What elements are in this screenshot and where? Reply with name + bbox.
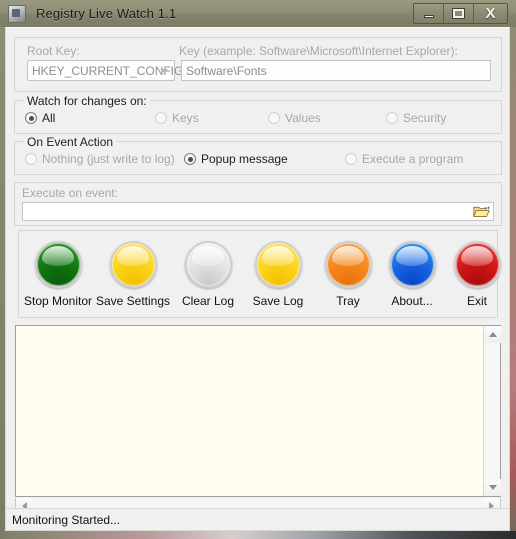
radio-action-execute[interactable]: Execute a program	[345, 152, 463, 166]
watch-radio-row: All Keys Values Security	[15, 111, 501, 129]
radio-watch-keys[interactable]: Keys	[155, 111, 199, 125]
close-icon: X	[485, 5, 496, 22]
orange-orb-icon	[324, 241, 372, 288]
execute-on-event-label: Execute on event:	[22, 186, 119, 200]
button-label: About...	[391, 294, 433, 308]
window-frame-right	[510, 0, 516, 539]
save-log-button[interactable]: Save Log	[245, 241, 311, 308]
scroll-up-button[interactable]	[484, 326, 501, 343]
event-radio-row: Nothing (just write to log) Popup messag…	[15, 152, 501, 170]
open-folder-icon[interactable]	[473, 205, 490, 219]
green-orb-icon	[34, 241, 82, 288]
status-text: Monitoring Started...	[12, 512, 121, 527]
radio-dot-icon	[345, 153, 357, 165]
title-bar[interactable]: Registry Live Watch 1.1 X	[0, 0, 516, 27]
window-controls: X	[413, 3, 508, 24]
radio-dot-icon	[268, 112, 280, 124]
minimize-button[interactable]	[414, 4, 444, 23]
radio-action-popup[interactable]: Popup message	[184, 152, 288, 166]
silver-orb-icon	[184, 241, 232, 288]
triangle-up-icon	[488, 332, 497, 337]
tray-button[interactable]: Tray	[315, 241, 381, 308]
key-path-value: Software\Fonts	[186, 63, 267, 78]
blue-orb-icon	[388, 241, 436, 288]
radio-label: Security	[403, 111, 447, 125]
radio-label: Popup message	[201, 152, 288, 166]
radio-dot-icon	[155, 112, 167, 124]
radio-watch-values[interactable]: Values	[268, 111, 321, 125]
radio-label: Values	[285, 111, 321, 125]
registry-key-group: Root Key: Key (example: Software\Microso…	[14, 37, 502, 92]
execute-on-event-group: Execute on event:	[14, 182, 502, 226]
scroll-down-button[interactable]	[484, 479, 501, 496]
button-label: Tray	[336, 294, 360, 308]
app-icon	[8, 4, 26, 23]
application-window: Registry Live Watch 1.1 X Root Key: Key …	[0, 0, 516, 539]
on-event-action-group: On Event Action Nothing (just write to l…	[14, 135, 502, 175]
radio-label: All	[42, 111, 56, 125]
radio-watch-security[interactable]: Security	[386, 111, 446, 125]
radio-dot-icon	[184, 153, 196, 165]
red-orb-icon	[453, 241, 501, 288]
radio-dot-icon	[25, 153, 37, 165]
clear-log-button[interactable]: Clear Log	[175, 241, 241, 308]
root-key-dropdown[interactable]: HKEY_CURRENT_CONFIG	[27, 60, 183, 81]
stop-monitor-button[interactable]: Stop Monitor	[23, 241, 93, 308]
key-path-input[interactable]: Software\Fonts	[181, 60, 491, 81]
exit-button[interactable]: Exit	[444, 241, 509, 308]
maximize-icon	[452, 8, 465, 19]
save-settings-button[interactable]: Save Settings	[96, 241, 170, 308]
client-area: Root Key: Key (example: Software\Microso…	[5, 27, 510, 531]
chevron-down-icon	[160, 69, 168, 73]
key-path-label: Key (example: Software\Microsoft\Interne…	[179, 44, 458, 58]
radio-label: Keys	[172, 111, 199, 125]
watch-for-changes-legend: Watch for changes on:	[24, 94, 150, 108]
radio-dot-icon	[25, 112, 37, 124]
button-label: Save Settings	[95, 294, 171, 308]
maximize-button[interactable]	[444, 4, 474, 23]
on-event-action-legend: On Event Action	[24, 135, 117, 149]
status-bar: Monitoring Started...	[6, 508, 509, 530]
execute-on-event-input[interactable]	[22, 202, 494, 221]
radio-watch-all[interactable]: All	[25, 111, 55, 125]
about-button[interactable]: About...	[379, 241, 445, 308]
radio-action-nothing[interactable]: Nothing (just write to log)	[25, 152, 175, 166]
radio-label: Execute a program	[362, 152, 464, 166]
button-label: Stop Monitor	[23, 294, 93, 308]
action-buttons-group: Stop Monitor Save Settings Clear Log Sav…	[18, 230, 501, 318]
close-button[interactable]: X	[474, 4, 507, 23]
root-key-label: Root Key:	[27, 44, 80, 58]
triangle-down-icon	[488, 485, 497, 490]
log-vertical-scrollbar[interactable]	[483, 326, 501, 496]
button-label: Save Log	[252, 294, 304, 308]
window-title: Registry Live Watch 1.1	[36, 6, 177, 21]
yellow-orb-icon	[109, 241, 157, 288]
minimize-icon	[423, 15, 434, 18]
window-frame-bottom	[0, 531, 516, 539]
yellow-orb-icon	[254, 241, 302, 288]
radio-dot-icon	[386, 112, 398, 124]
button-label: Clear Log	[181, 294, 235, 308]
log-textarea[interactable]	[15, 325, 501, 497]
watch-for-changes-group: Watch for changes on: All Keys Values Se…	[14, 94, 502, 134]
button-label: Exit	[466, 294, 487, 308]
radio-label: Nothing (just write to log)	[42, 152, 175, 166]
